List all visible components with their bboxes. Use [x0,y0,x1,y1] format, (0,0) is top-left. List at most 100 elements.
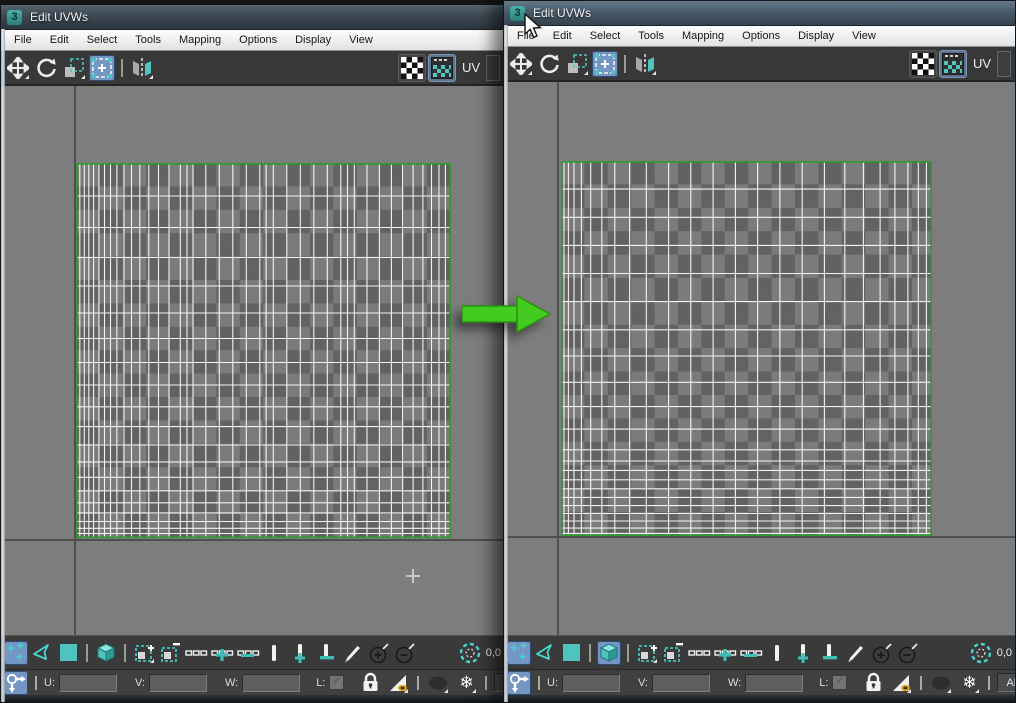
menu-file[interactable]: File [508,28,544,44]
filter-selected-faces-button[interactable] [386,671,410,695]
grow-selection-button[interactable] [132,641,156,665]
clipped-toolbar-control[interactable] [486,54,500,81]
w-coordinate-field[interactable] [745,673,804,692]
uv-space-label[interactable]: UV [973,56,991,71]
freeform-mode-button[interactable] [89,54,115,81]
select-element-toggle-button[interactable] [597,640,621,665]
show-map-toggle-button[interactable] [397,53,426,82]
w-coordinate-field[interactable] [242,673,301,692]
scale-tool-button[interactable] [564,51,590,77]
menu-mapping[interactable]: Mapping [170,32,230,48]
edge-mode-button[interactable] [533,641,557,665]
texture-list-button[interactable] [938,49,967,78]
shrink-ring-button[interactable] [314,641,338,665]
vertex-mode-button[interactable] [4,640,28,665]
menu-edit[interactable]: Edit [544,28,581,44]
menu-options[interactable]: Options [230,32,286,48]
filter-selected-faces-button[interactable] [889,671,913,695]
menu-display[interactable]: Display [286,32,340,48]
freeze-selected-button[interactable]: ❄ [454,671,478,695]
grow-ring-button[interactable] [791,641,815,665]
shrink-selection-button[interactable] [158,641,182,665]
app-logo-icon[interactable]: 3 [7,9,22,25]
menu-tools[interactable]: Tools [126,32,170,48]
mirror-tool-button[interactable] [632,51,658,77]
title-bar[interactable]: 3 Edit UVWs [504,1,1015,26]
edge-ring-select-button[interactable] [262,641,286,665]
menu-tools[interactable]: Tools [629,28,673,44]
brush-size-down-button[interactable] [895,641,919,665]
face-mode-button[interactable] [559,641,583,665]
hide-selected-button[interactable] [929,671,953,695]
uv-editor-viewport[interactable] [1,86,504,635]
menu-file[interactable]: File [5,32,41,48]
freeze-selected-button[interactable]: ❄ [957,671,981,695]
edge-mode-button[interactable] [30,641,54,665]
uv-space-label[interactable]: UV [462,60,480,75]
menu-view[interactable]: View [340,32,382,48]
material-id-filter-dropdown[interactable]: All IDs [997,673,1015,692]
rotate-tool-button[interactable] [536,51,562,77]
title-bar[interactable]: 3 Edit UVWs [1,5,504,30]
menu-mapping[interactable]: Mapping [673,28,733,44]
face-mode-button[interactable] [56,641,80,665]
soft-selection-falloff-button[interactable] [969,641,993,665]
grow-selection-button[interactable] [635,641,659,665]
uv-editor-viewport[interactable] [504,82,1015,635]
menu-view[interactable]: View [843,28,885,44]
brush-size-up-button[interactable] [366,641,390,665]
absolute-offset-toggle-button[interactable] [4,670,28,695]
show-map-toggle-button[interactable] [908,49,937,78]
status-separator [35,675,37,690]
lock-selection-button[interactable] [358,671,382,695]
brush-size-up-button[interactable] [869,641,893,665]
u-coordinate-field[interactable] [59,673,117,692]
lock-aspect-checkbox[interactable]: ✓ [832,675,848,690]
coordinate-readout: 0,0 [996,646,1012,659]
snowflake-icon: ❄ [962,673,977,692]
lock-selection-button[interactable] [861,671,885,695]
grow-ring-button[interactable] [288,641,312,665]
lock-aspect-checkbox[interactable]: ✓ [329,675,345,690]
paint-select-brush-button[interactable] [340,641,364,665]
v-field-label: V: [135,676,145,689]
app-logo-icon[interactable]: 3 [510,5,525,21]
edge-ring-select-button[interactable] [765,641,789,665]
menu-edit[interactable]: Edit [41,32,78,48]
brush-size-down-button[interactable] [392,641,416,665]
hide-selected-button[interactable] [426,671,450,695]
menu-options[interactable]: Options [733,28,789,44]
v-coordinate-field[interactable] [149,673,207,692]
menu-display[interactable]: Display [789,28,843,44]
move-tool-button[interactable] [5,55,31,81]
absolute-offset-toggle-button[interactable] [507,670,531,695]
shrink-ring-button[interactable] [817,641,841,665]
v-coordinate-field[interactable] [652,673,710,692]
scale-tool-button[interactable] [61,55,87,81]
shrink-loop-button[interactable] [236,641,260,665]
window-title: Edit UVWs [533,6,592,20]
grow-loop-button[interactable] [713,641,737,665]
freeform-mode-button[interactable] [592,50,618,77]
edge-loop-select-button[interactable] [687,641,711,665]
u-coordinate-field[interactable] [562,673,620,692]
menu-select[interactable]: Select [78,32,127,48]
toolbar-separator [86,643,88,662]
vertex-mode-button[interactable] [507,640,531,665]
status-separator [417,675,420,690]
window-bottom-border [1,695,504,702]
menu-select[interactable]: Select [581,28,630,44]
select-element-toggle-button[interactable] [94,641,118,665]
shrink-selection-button[interactable] [661,641,685,665]
toolbar-separator [627,643,629,662]
edge-loop-select-button[interactable] [184,641,208,665]
shrink-loop-button[interactable] [739,641,763,665]
rotate-tool-button[interactable] [33,55,59,81]
clipped-toolbar-control[interactable] [997,50,1011,77]
mirror-tool-button[interactable] [129,55,155,81]
move-tool-button[interactable] [508,51,534,77]
paint-select-brush-button[interactable] [843,641,867,665]
soft-selection-falloff-button[interactable] [458,641,482,665]
texture-list-button[interactable] [427,53,456,82]
grow-loop-button[interactable] [210,641,234,665]
